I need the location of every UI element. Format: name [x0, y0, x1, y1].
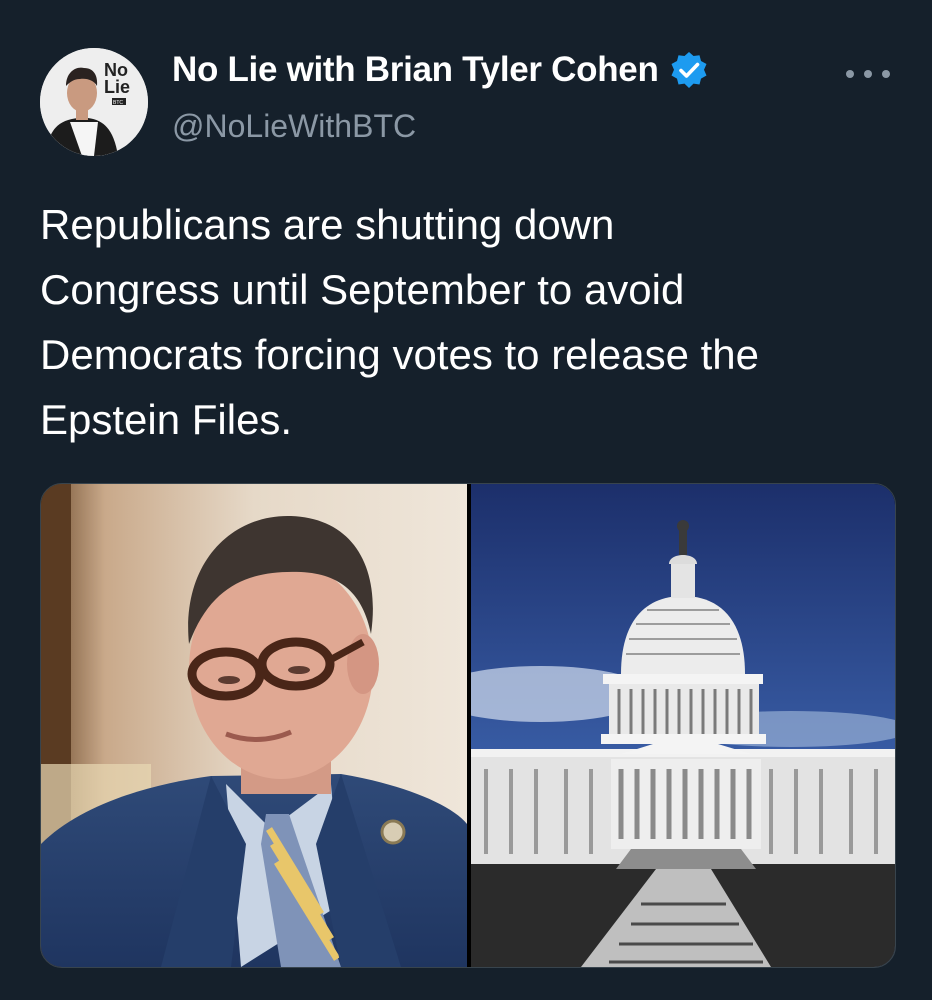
- media-image-left[interactable]: [41, 484, 467, 967]
- author-display-name[interactable]: No Lie with Brian Tyler Cohen: [172, 50, 709, 90]
- photo-of-man-icon: [41, 484, 467, 967]
- author-avatar[interactable]: No Lie BTC: [40, 48, 148, 156]
- tweet-text-line: Congress until September to avoid: [40, 266, 685, 313]
- author-handle[interactable]: @NoLieWithBTC: [172, 108, 416, 145]
- avatar-logo-btc: BTC: [113, 100, 123, 106]
- tweet-text: Republicans are shutting down Congress u…: [40, 192, 900, 452]
- tweet-media[interactable]: [40, 483, 896, 968]
- verified-badge-icon: [669, 50, 709, 90]
- avatar-logo-lie: Lie: [104, 77, 130, 97]
- media-image-right[interactable]: [471, 484, 895, 967]
- author-name-text[interactable]: No Lie with Brian Tyler Cohen: [172, 50, 659, 90]
- photo-of-capitol-icon: [471, 484, 895, 967]
- tweet-text-line: Democrats forcing votes to release the: [40, 331, 760, 378]
- more-options-icon[interactable]: [846, 58, 890, 90]
- avatar-photo-icon: No Lie BTC: [40, 48, 148, 156]
- tweet-text-line: Republicans are shutting down: [40, 201, 615, 248]
- tweet-text-line: Epstein Files.: [40, 396, 293, 443]
- tweet[interactable]: No Lie BTC No Lie with Brian Tyler Cohen…: [0, 0, 932, 1000]
